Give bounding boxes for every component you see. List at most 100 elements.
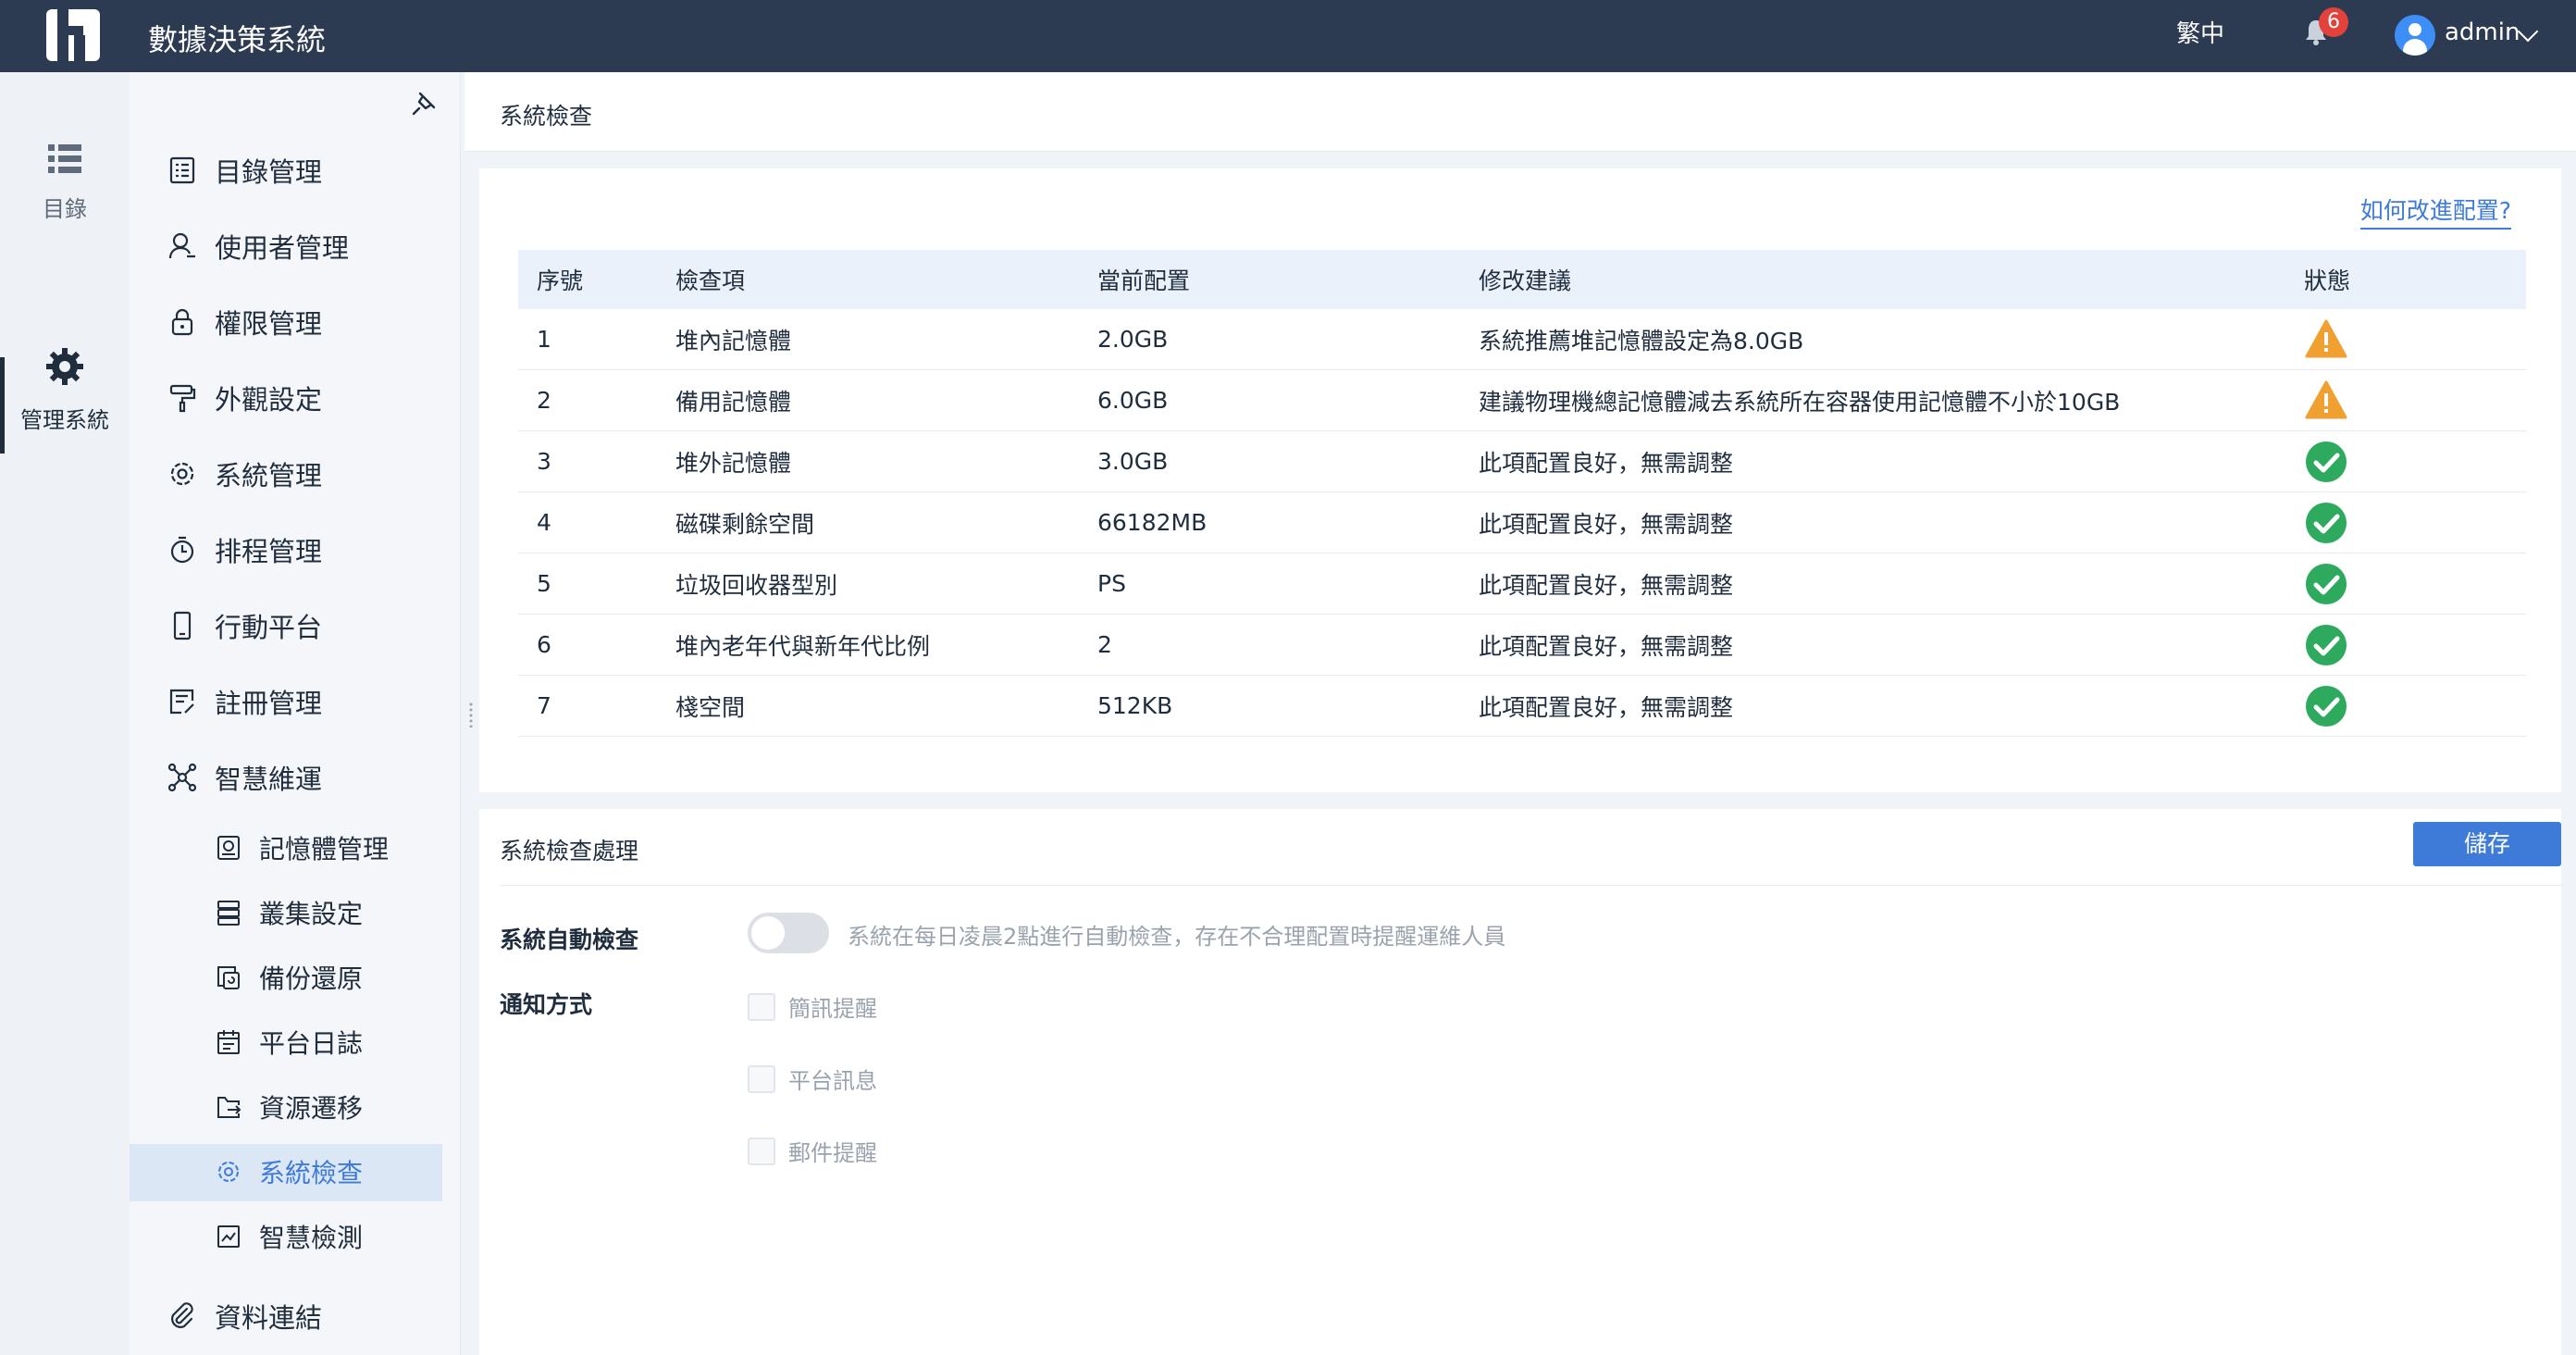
- save-button[interactable]: 儲存: [2413, 822, 2561, 866]
- check-processing-card: 系統檢查處理 儲存 系統自動檢查 系統在每日凌晨2點進行自動檢查，存在不合理配置…: [479, 809, 2561, 1355]
- sidebar-item-permissions[interactable]: 權限管理: [167, 296, 322, 348]
- sidebar-item-schedule[interactable]: 排程管理: [167, 524, 322, 576]
- auto-check-toggle[interactable]: [748, 913, 829, 953]
- check-circle-icon: [2306, 441, 2347, 482]
- sidebar-item-label: 叢集設定: [259, 899, 364, 929]
- cell-status: [2285, 562, 2526, 606]
- rail-item-catalog[interactable]: 目錄: [0, 143, 130, 223]
- sidebar-item-smart-detect[interactable]: 智慧檢測: [215, 1211, 363, 1262]
- checkbox[interactable]: [748, 1137, 775, 1165]
- sidebar-item-backup[interactable]: 備份還原: [215, 951, 363, 1003]
- cell-current: 512KB: [1097, 692, 1173, 719]
- language-switch[interactable]: 繁中: [2176, 15, 2224, 49]
- sidebar-item-migration[interactable]: 資源遷移: [215, 1081, 363, 1133]
- cell-no: 4: [537, 509, 551, 536]
- cell-no: 7: [537, 692, 551, 719]
- sidebar-item-label: 使用者管理: [215, 232, 350, 264]
- cell-no: 1: [537, 326, 551, 353]
- table-row: 5 垃圾回收器型別 PS 此項配置良好，無需調整: [518, 553, 2526, 615]
- sidebar-item-label: 備份還原: [259, 963, 364, 994]
- sidebar-item-memory[interactable]: 記憶體管理: [215, 822, 389, 874]
- notification-badge: 6: [2319, 7, 2348, 37]
- sidebar-item-cluster[interactable]: 叢集設定: [215, 887, 363, 939]
- notify-option-email[interactable]: 郵件提醒: [748, 1135, 877, 1167]
- check-circle-icon: [2306, 563, 2347, 604]
- chevron-down-icon[interactable]: [2517, 20, 2539, 43]
- cell-current: 66182MB: [1097, 509, 1208, 536]
- sidebar-item-label: 外觀設定: [215, 384, 323, 416]
- sidebar-item-label: 權限管理: [215, 308, 323, 340]
- rail-label: 目錄: [43, 196, 87, 222]
- column-header: 狀態: [2304, 267, 2351, 294]
- cell-item: 磁碟剩餘空間: [675, 510, 815, 538]
- warning-icon: [2305, 380, 2347, 418]
- cell-no: 3: [537, 448, 551, 475]
- checkbox-label: 平台訊息: [788, 1068, 877, 1094]
- avatar[interactable]: [2395, 15, 2435, 56]
- rail-label: 管理系統: [20, 407, 109, 433]
- notify-option-sms[interactable]: 簡訊提醒: [748, 990, 877, 1023]
- sidebar-item-catalog[interactable]: 目錄管理: [167, 144, 322, 196]
- sidebar-item-data-link[interactable]: 資料連結: [167, 1290, 322, 1342]
- server-icon: [217, 901, 240, 926]
- checkbox[interactable]: [748, 1064, 775, 1093]
- memory-icon: [217, 836, 240, 860]
- sidebar-item-label: 註冊管理: [215, 688, 323, 719]
- page-header: 系統檢查: [464, 72, 2576, 152]
- sidebar-item-label: 系統管理: [215, 460, 323, 491]
- check-results-card: 如何改進配置? 序號 檢查項 當前配置 修改建議 狀態 1 堆內記憶體 2.0GB 系…: [479, 168, 2561, 792]
- sidebar-item-smart-ops[interactable]: 智慧維運: [167, 752, 322, 803]
- cell-status: [2285, 501, 2526, 545]
- main-content: 系統檢查 如何改進配置? 序號 檢查項 當前配置 修改建議 狀態 1 堆內記憶體 2…: [464, 72, 2576, 1355]
- cell-no: 2: [537, 387, 551, 414]
- improve-config-link[interactable]: 如何改進配置?: [2359, 193, 2511, 230]
- username[interactable]: admin: [2445, 19, 2520, 46]
- sidebar-item-label: 資源遷移: [259, 1093, 364, 1124]
- table-header: 序號 檢查項 當前配置 修改建議 狀態: [518, 250, 2526, 309]
- lock-icon: [171, 308, 193, 336]
- check-circle-icon: [2306, 624, 2347, 665]
- register-icon: [169, 689, 194, 715]
- divider: [500, 885, 2561, 886]
- cell-item: 堆內老年代與新年代比例: [675, 632, 931, 660]
- cell-item: 備用記憶體: [675, 388, 792, 416]
- network-icon: [167, 763, 197, 792]
- timer-icon: [170, 536, 194, 564]
- sidebar-item-appearance[interactable]: 外觀設定: [167, 372, 322, 424]
- settings-icon: [170, 462, 194, 486]
- sidebar-item-system-check[interactable]: 系統檢查: [215, 1146, 363, 1198]
- cell-status: [2285, 317, 2526, 362]
- cell-no: 6: [537, 631, 551, 658]
- cell-current: 3.0GB: [1097, 448, 1169, 475]
- cell-current: PS: [1097, 570, 1126, 597]
- folder-export-icon: [217, 1097, 242, 1118]
- notify-option-platform[interactable]: 平台訊息: [748, 1063, 877, 1095]
- column-header: 當前配置: [1097, 267, 1191, 294]
- sidebar-item-system[interactable]: 系統管理: [167, 448, 322, 500]
- rail-item-admin[interactable]: 管理系統: [0, 346, 130, 434]
- table-row: 1 堆內記憶體 2.0GB 系統推薦堆記憶體設定為8.0GB: [518, 309, 2526, 370]
- sidebar-item-label: 資料連結: [215, 1302, 323, 1334]
- table-row: 6 堆內老年代與新年代比例 2 此項配置良好，無需調整: [518, 615, 2526, 676]
- sidebar-item-logs[interactable]: 平台日誌: [215, 1016, 363, 1068]
- pin-icon[interactable]: [411, 91, 437, 117]
- sidebar-item-users[interactable]: 使用者管理: [167, 220, 349, 272]
- app-logo[interactable]: [46, 9, 100, 61]
- checkbox-label: 郵件提醒: [788, 1140, 877, 1166]
- column-header: 檢查項: [675, 267, 746, 294]
- cell-item: 堆外記憶體: [675, 449, 792, 477]
- sidebar-item-label: 智慧維運: [215, 764, 323, 795]
- checkbox-label: 簡訊提醒: [788, 996, 877, 1022]
- sidebar-item-label: 行動平台: [215, 612, 323, 643]
- sidebar-item-mobile[interactable]: 行動平台: [167, 600, 322, 652]
- check-table: 序號 檢查項 當前配置 修改建議 狀態 1 堆內記憶體 2.0GB 系統推薦堆記憶體設…: [518, 250, 2526, 737]
- catalog-icon: [169, 156, 195, 184]
- auto-check-label: 系統自動檢查: [500, 926, 639, 953]
- checkbox[interactable]: [748, 992, 775, 1021]
- backup-icon: [217, 966, 240, 989]
- sidebar-item-label: 平台日誌: [259, 1028, 364, 1059]
- list-icon: [48, 144, 81, 173]
- auto-check-description: 系統在每日凌晨2點進行自動檢查，存在不合理配置時提醒運維人員: [848, 924, 1506, 950]
- sidebar-item-label: 智慧檢測: [259, 1223, 364, 1253]
- sidebar-item-register[interactable]: 註冊管理: [167, 676, 322, 727]
